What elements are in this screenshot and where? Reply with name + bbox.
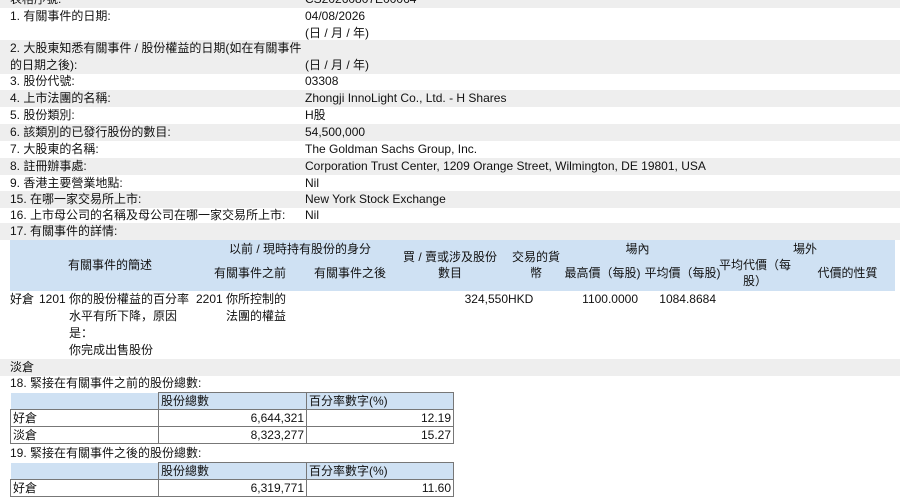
header-after: 有關事件之後 <box>313 266 386 280</box>
share-class-value: H股 <box>305 108 326 122</box>
awareness-date-label: 2. 大股東知悉有關事件 / 股份權益的日期(如在有關事件的日期之後): <box>10 41 302 72</box>
issued-shares-value: 54,500,000 <box>305 125 366 139</box>
event-avg-price: 1084.8684 <box>659 292 716 306</box>
awareness-date-format: (日 / 月 / 年) <box>305 58 369 72</box>
table-row: 好倉 6,644,321 12.19 <box>10 409 454 427</box>
issuer-name-label: 4. 上市法團的名稱: <box>10 91 111 105</box>
table-row: 好倉 6,319,771 11.60 <box>10 479 454 497</box>
event-table-row: 好倉 1201 你的股份權益的百分率 水平有所下降，原因 是： 你完成出售股份 … <box>0 291 900 359</box>
form-serial-value: CS20260807E00064 <box>305 0 416 8</box>
issuer-name-row: 4. 上市法團的名稱: Zhongji InnoLight Co., Ltd. … <box>0 90 900 107</box>
header-before: 有關事件之前 <box>213 266 286 280</box>
capacity-line: 你所控制的 <box>226 292 287 306</box>
section19-table: 股份總數 百分率數字(%) 好倉 6,319,771 11.60 <box>10 462 454 497</box>
event-currency: HKD <box>508 292 534 306</box>
event-position: 好倉 <box>10 292 35 306</box>
col-pct-header: 百分率數字(%) <box>306 462 454 480</box>
header-desc: 有關事件的簡述 <box>67 258 152 272</box>
col-shares-header: 股份總數 <box>158 392 307 410</box>
col-pct-header: 百分率數字(%) <box>306 392 454 410</box>
issued-shares-row: 6. 該類別的已發行股份的數目: 54,500,000 <box>0 124 900 141</box>
header-shares-l2: 數目 <box>437 266 462 280</box>
row-shares: 6,319,771 <box>158 479 307 497</box>
section18-title: 18. 緊接在有關事件之前的股份總數: <box>10 376 202 390</box>
form-serial-row: 表格序號: CS20260807E00064 <box>0 0 900 8</box>
table-row: 淡倉 8,323,277 15.27 <box>10 426 454 444</box>
row-shares: 6,644,321 <box>158 409 307 427</box>
issued-shares-label: 6. 該類別的已發行股份的數目: <box>10 125 171 139</box>
short-position-label: 淡倉 <box>10 360 35 374</box>
shareholder-name-label: 7. 大股東的名稱: <box>10 142 99 156</box>
form-serial-label: 表格序號: <box>10 0 61 8</box>
event-shares: 324,550 <box>464 292 508 306</box>
event-desc-line: 是： <box>69 326 94 340</box>
exchange-row: 15. 在哪一家交易所上市: New York Stock Exchange <box>0 191 900 208</box>
parent-company-value: Nil <box>305 208 319 222</box>
row-type: 好倉 <box>10 409 159 427</box>
event-date-row: 1. 有關事件的日期: 04/08/2026 (日 / 月 / 年) <box>0 8 900 42</box>
section19-title: 19. 緊接在有關事件之後的股份總數: <box>10 446 202 460</box>
registered-office-value: Corporation Trust Center, 1209 Orange St… <box>305 159 706 173</box>
exchange-value: New York Stock Exchange <box>305 192 446 206</box>
capacity-line: 法團的權益 <box>226 309 287 323</box>
row-pct: 11.60 <box>306 479 454 497</box>
hk-office-row: 9. 香港主要營業地點: Nil <box>0 175 900 192</box>
event-date-label: 1. 有關事件的日期: <box>10 9 111 23</box>
header-avg-price: 平均價（每股) <box>644 266 721 280</box>
row-type: 淡倉 <box>10 426 159 444</box>
hk-office-value: Nil <box>305 176 319 190</box>
exchange-label: 15. 在哪一家交易所上市: <box>10 192 142 206</box>
header-capacity: 以前 / 現時持有股份的身分 <box>228 242 371 256</box>
header-avg-consideration-l1: 平均代價（每 <box>718 258 791 272</box>
row-pct: 12.19 <box>306 409 454 427</box>
col-shares-header: 股份總數 <box>158 462 307 480</box>
share-class-row: 5. 股份類別: H股 <box>0 107 900 124</box>
row-shares: 8,323,277 <box>158 426 307 444</box>
row-type: 好倉 <box>10 479 159 497</box>
event-desc-line: 你的股份權益的百分率 <box>69 292 190 306</box>
header-avg-consideration-l2: 股） <box>742 274 767 288</box>
section18-table: 股份總數 百分率數字(%) 好倉 6,644,321 12.19 淡倉 8,32… <box>10 392 454 444</box>
table-header-row: 股份總數 百分率數字(%) <box>10 392 454 410</box>
section18-title-row: 18. 緊接在有關事件之前的股份總數: <box>0 375 900 392</box>
header-off-exchange: 場外 <box>792 242 817 256</box>
shareholder-name-value: The Goldman Sachs Group, Inc. <box>305 142 478 156</box>
section19-title-row: 19. 緊接在有關事件之後的股份總數: <box>0 445 900 462</box>
parent-company-row: 16. 上市母公司的名稱及母公司在哪一家交易所上市: Nil <box>0 207 900 224</box>
stock-code-label: 3. 股份代號: <box>10 74 75 88</box>
registered-office-label: 8. 註冊辦事處: <box>10 159 87 173</box>
header-currency-l1: 交易的貨 <box>511 250 560 264</box>
event-date-value: 04/08/2026 <box>305 9 366 23</box>
event-desc-line: 你完成出售股份 <box>69 343 154 357</box>
header-high-price: 最高價（每股) <box>564 266 641 280</box>
stock-code-row: 3. 股份代號: 03308 <box>0 73 900 90</box>
hk-office-label: 9. 香港主要營業地點: <box>10 176 123 190</box>
shareholder-name-row: 7. 大股東的名稱: The Goldman Sachs Group, Inc. <box>0 141 900 158</box>
header-consideration-nature: 代價的性質 <box>817 266 878 280</box>
header-shares-l1: 買 / 賣或涉及股份 <box>402 250 497 264</box>
event-high-price: 1100.0000 <box>582 292 638 306</box>
capacity-code: 2201 <box>196 292 223 306</box>
header-on-exchange: 場內 <box>625 242 650 256</box>
registered-office-row: 8. 註冊辦事處: Corporation Trust Center, 1209… <box>0 158 900 175</box>
table-header-row: 股份總數 百分率數字(%) <box>10 462 454 480</box>
event-details-row: 17. 有關事件的詳情: <box>0 223 900 240</box>
event-code: 1201 <box>39 292 66 306</box>
issuer-name-value: Zhongji InnoLight Co., Ltd. - H Shares <box>305 91 507 105</box>
event-desc-line: 水平有所下降，原因 <box>69 309 178 323</box>
share-class-label: 5. 股份類別: <box>10 108 75 122</box>
stock-code-value: 03308 <box>305 74 339 88</box>
event-details-label: 17. 有關事件的詳情: <box>10 224 118 238</box>
row-pct: 15.27 <box>306 426 454 444</box>
parent-company-label: 16. 上市母公司的名稱及母公司在哪一家交易所上市: <box>10 208 286 222</box>
short-position-row: 淡倉 <box>0 359 900 376</box>
awareness-date-row: 2. 大股東知悉有關事件 / 股份權益的日期(如在有關事件的日期之後): (日 … <box>0 40 900 74</box>
event-table-header: 有關事件的簡述 以前 / 現時持有股份的身分 有關事件之前 有關事件之後 買 /… <box>10 240 895 291</box>
